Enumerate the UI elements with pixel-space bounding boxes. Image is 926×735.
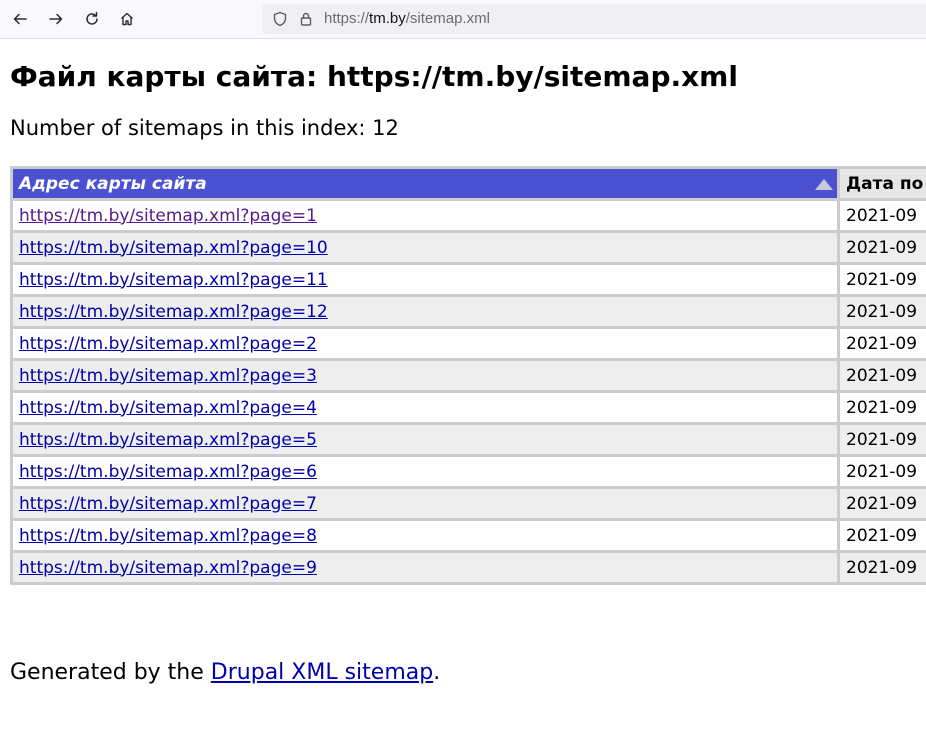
arrow-left-icon <box>13 13 27 25</box>
lastmod-date-cell: 2021-09 <box>840 489 926 518</box>
lastmod-date-cell: 2021-09 <box>840 361 926 390</box>
lastmod-date-cell: 2021-09 <box>840 265 926 294</box>
lastmod-date-cell: 2021-09 <box>840 553 926 582</box>
url-text[interactable]: https://tm.by/sitemap.xml <box>324 10 490 27</box>
url-host: tm.by <box>369 10 406 27</box>
table-header-row: Адрес карты сайта Дата по <box>13 169 926 198</box>
column-header-location[interactable]: Адрес карты сайта <box>13 169 837 198</box>
url-prefix: https:// <box>324 10 370 27</box>
home-button[interactable] <box>113 5 141 33</box>
column-header-date[interactable]: Дата по <box>840 169 926 198</box>
sitemap-url-cell: https://tm.by/sitemap.xml?page=6 <box>13 457 837 486</box>
reload-button[interactable] <box>78 5 106 33</box>
sitemap-link[interactable]: https://tm.by/sitemap.xml?page=5 <box>19 430 317 450</box>
lastmod-date-cell: 2021-09 <box>840 233 926 262</box>
sitemap-url-cell: https://tm.by/sitemap.xml?page=12 <box>13 297 837 326</box>
sort-ascending-icon <box>815 179 833 190</box>
table-row: https://tm.by/sitemap.xml?page=8 2021-09 <box>13 521 926 550</box>
lock-icon[interactable] <box>298 11 314 27</box>
home-icon <box>121 12 133 26</box>
table-row: https://tm.by/sitemap.xml?page=4 2021-09 <box>13 393 926 422</box>
table-row: https://tm.by/sitemap.xml?page=2 2021-09 <box>13 329 926 358</box>
column-header-date-label: Дата по <box>846 173 924 194</box>
footer-text: Generated by the Drupal XML sitemap. <box>10 660 440 685</box>
sitemap-url-cell: https://tm.by/sitemap.xml?page=11 <box>13 265 837 294</box>
lastmod-date-cell: 2021-09 <box>840 425 926 454</box>
back-button[interactable] <box>6 5 34 33</box>
sitemap-link[interactable]: https://tm.by/sitemap.xml?page=11 <box>19 270 328 290</box>
sitemap-link[interactable]: https://tm.by/sitemap.xml?page=6 <box>19 462 317 482</box>
lastmod-date-cell: 2021-09 <box>840 393 926 422</box>
table-row: https://tm.by/sitemap.xml?page=1 2021-09 <box>13 201 926 230</box>
table-row: https://tm.by/sitemap.xml?page=10 2021-09 <box>13 233 926 262</box>
sitemap-url-cell: https://tm.by/sitemap.xml?page=3 <box>13 361 837 390</box>
column-header-location-label: Адрес карты сайта <box>19 173 207 194</box>
table-row: https://tm.by/sitemap.xml?page=3 2021-09 <box>13 361 926 390</box>
sitemap-table: Адрес карты сайта Дата по https://tm.by/… <box>10 166 926 585</box>
sitemap-url-cell: https://tm.by/sitemap.xml?page=5 <box>13 425 837 454</box>
lastmod-date-cell: 2021-09 <box>840 457 926 486</box>
sitemap-link[interactable]: https://tm.by/sitemap.xml?page=12 <box>19 302 328 322</box>
sitemap-url-cell: https://tm.by/sitemap.xml?page=9 <box>13 553 837 582</box>
url-path: /sitemap.xml <box>405 10 490 27</box>
sitemap-url-cell: https://tm.by/sitemap.xml?page=4 <box>13 393 837 422</box>
sitemap-link[interactable]: https://tm.by/sitemap.xml?page=4 <box>19 398 317 418</box>
page-title: Файл карты сайта: https://tm.by/sitemap.… <box>10 60 738 93</box>
drupal-xml-sitemap-link[interactable]: Drupal XML sitemap <box>211 660 433 685</box>
arrow-right-icon <box>49 13 63 25</box>
sitemap-link[interactable]: https://tm.by/sitemap.xml?page=3 <box>19 366 317 386</box>
sitemap-url-cell: https://tm.by/sitemap.xml?page=7 <box>13 489 837 518</box>
address-bar[interactable]: https://tm.by/sitemap.xml <box>262 4 926 34</box>
forward-button[interactable] <box>42 5 70 33</box>
table-row: https://tm.by/sitemap.xml?page=5 2021-09 <box>13 425 926 454</box>
browser-toolbar: https://tm.by/sitemap.xml <box>0 0 926 39</box>
sitemap-link[interactable]: https://tm.by/sitemap.xml?page=7 <box>19 494 317 514</box>
sitemap-url-cell: https://tm.by/sitemap.xml?page=2 <box>13 329 837 358</box>
table-row: https://tm.by/sitemap.xml?page=9 2021-09 <box>13 553 926 582</box>
sitemap-count: Number of sitemaps in this index: 12 <box>10 116 399 140</box>
lastmod-date-cell: 2021-09 <box>840 201 926 230</box>
sitemap-link[interactable]: https://tm.by/sitemap.xml?page=10 <box>19 238 328 258</box>
shield-icon[interactable] <box>272 11 288 27</box>
table-row: https://tm.by/sitemap.xml?page=11 2021-09 <box>13 265 926 294</box>
footer-prefix: Generated by the <box>10 660 211 685</box>
sitemap-url-cell: https://tm.by/sitemap.xml?page=8 <box>13 521 837 550</box>
footer-suffix: . <box>433 660 441 685</box>
sitemap-url-cell: https://tm.by/sitemap.xml?page=10 <box>13 233 837 262</box>
sitemap-link[interactable]: https://tm.by/sitemap.xml?page=2 <box>19 334 317 354</box>
sitemap-link[interactable]: https://tm.by/sitemap.xml?page=8 <box>19 526 317 546</box>
table-row: https://tm.by/sitemap.xml?page=7 2021-09 <box>13 489 926 518</box>
sitemap-url-cell: https://tm.by/sitemap.xml?page=1 <box>13 201 837 230</box>
lastmod-date-cell: 2021-09 <box>840 521 926 550</box>
lastmod-date-cell: 2021-09 <box>840 297 926 326</box>
lastmod-date-cell: 2021-09 <box>840 329 926 358</box>
reload-icon <box>86 11 98 25</box>
sitemap-link[interactable]: https://tm.by/sitemap.xml?page=9 <box>19 558 317 578</box>
table-row: https://tm.by/sitemap.xml?page=6 2021-09 <box>13 457 926 486</box>
table-row: https://tm.by/sitemap.xml?page=12 2021-09 <box>13 297 926 326</box>
sitemap-link[interactable]: https://tm.by/sitemap.xml?page=1 <box>19 206 317 226</box>
